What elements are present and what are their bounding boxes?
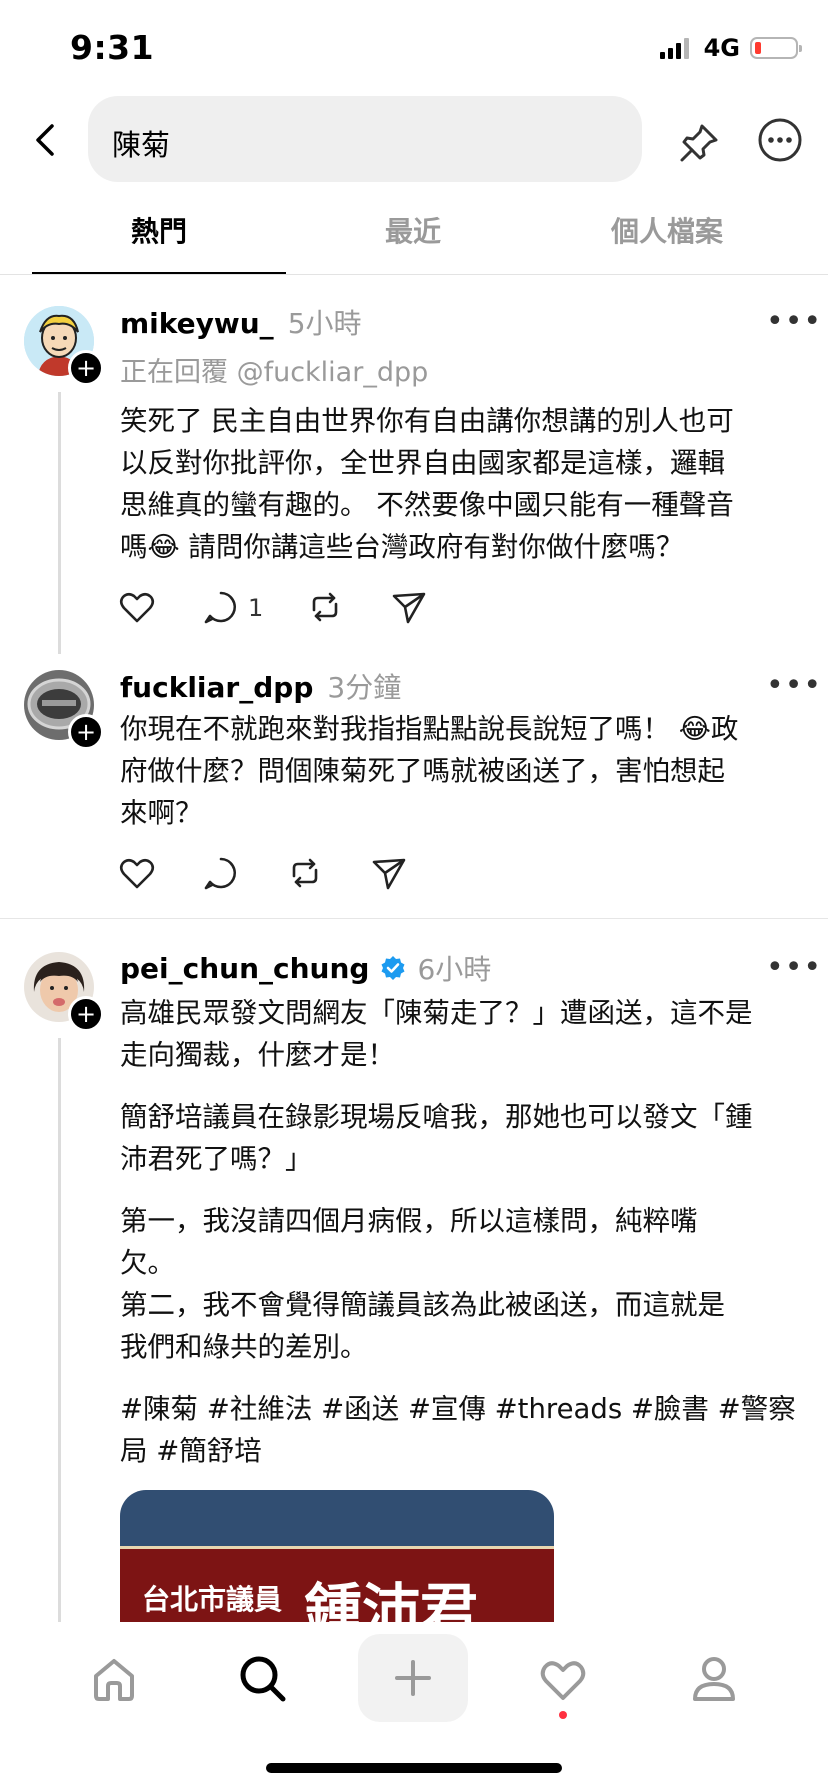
search-query: 陳菊 xyxy=(112,128,171,162)
follow-badge[interactable]: + xyxy=(68,350,104,386)
reply-count: 1 xyxy=(248,594,264,622)
signal-icon xyxy=(659,38,689,59)
search-input[interactable] xyxy=(88,96,642,182)
heart-icon[interactable] xyxy=(118,854,156,892)
tabs-divider xyxy=(0,274,828,275)
username[interactable]: fuckliar_dpp xyxy=(120,671,313,704)
repost-icon[interactable] xyxy=(286,854,324,892)
post-text-line: 你現在不就跑來對我指指點點說長說短了嗎！ xyxy=(120,713,679,745)
tab-profiles[interactable]: 個人檔案 xyxy=(540,210,794,250)
username[interactable]: pei_chun_chung xyxy=(120,952,369,985)
post-text-line: 思維真的蠻有趣的。 不然要像中國只能有一種聲音 xyxy=(120,489,734,521)
follow-badge[interactable]: + xyxy=(68,996,104,1032)
more-icon[interactable]: ••• xyxy=(766,950,822,985)
replying-to[interactable]: 正在回覆 @fuckliar_dpp xyxy=(120,350,428,389)
post-text-line: 沛君死了嗎？」 xyxy=(120,1143,313,1175)
more-circle-icon[interactable] xyxy=(756,116,804,164)
search-icon[interactable] xyxy=(238,1654,288,1704)
emoji-laughing: 😂 xyxy=(147,531,180,563)
post-body: 高雄民眾發文問網友「陳菊走了？」遭函送，這不是 走向獨裁，什麼才是！ 簡舒培議員… xyxy=(120,992,810,1472)
status-indicators: 4G xyxy=(659,34,802,62)
thread-line xyxy=(58,392,61,654)
repost-icon[interactable] xyxy=(306,588,344,626)
send-icon[interactable] xyxy=(370,854,408,892)
post-image[interactable]: 台北市議員 鍾沛君 xyxy=(120,1490,554,1625)
post-text-line: 以反對你批評你，全世界自由國家都是這樣，邏輯 xyxy=(120,447,725,479)
post-body: 笑死了 民主自由世界你有自由講你想講的別人也可 以反對你批評你，全世界自由國家都… xyxy=(120,400,810,568)
verified-badge-icon xyxy=(381,956,405,980)
post-text-line: 嗎 xyxy=(120,531,148,563)
notification-dot xyxy=(559,1711,567,1719)
more-icon[interactable]: ••• xyxy=(766,668,822,703)
comment-icon[interactable] xyxy=(202,588,240,626)
post-text-line: 簡舒培議員在錄影現場反嗆我，那她也可以發文「鍾 xyxy=(120,1101,753,1133)
comment-icon[interactable] xyxy=(202,854,240,892)
thread-line xyxy=(58,1038,61,1622)
post-text-line: 我們和綠共的差別。 xyxy=(120,1331,368,1363)
follow-badge[interactable]: + xyxy=(68,714,104,750)
status-time: 9:31 xyxy=(70,28,155,67)
image-caption-left: 台北市議員 xyxy=(142,1583,283,1616)
heart-icon[interactable] xyxy=(538,1656,588,1702)
home-indicator xyxy=(266,1763,562,1773)
more-icon[interactable]: ••• xyxy=(766,304,822,339)
post-text-line: 走向獨裁，什麼才是！ xyxy=(120,1039,395,1071)
hashtags-line[interactable]: 局 #簡舒培 xyxy=(120,1430,810,1472)
username[interactable]: mikeywu_ xyxy=(120,307,274,340)
post-divider xyxy=(0,918,828,919)
network-type: 4G xyxy=(703,34,740,62)
tab-popular[interactable]: 熱門 xyxy=(32,210,286,250)
home-icon[interactable] xyxy=(90,1656,138,1702)
chevron-left-icon[interactable] xyxy=(32,120,60,160)
post-time: 6小時 xyxy=(417,953,492,986)
post-time: 3分鐘 xyxy=(327,671,402,704)
battery-icon xyxy=(750,37,802,59)
hashtags-line[interactable]: #陳菊 #社維法 #函送 #宣傳 #threads #臉書 #警察 xyxy=(120,1388,810,1430)
heart-icon[interactable] xyxy=(118,588,156,626)
post-time: 5小時 xyxy=(287,307,362,340)
post-text-line: 第一，我沒請四個月病假，所以這樣問，純粹嘴 xyxy=(120,1205,698,1237)
post-text-line: 笑死了 民主自由世界你有自由講你想講的別人也可 xyxy=(120,405,734,437)
post-text-line: 高雄民眾發文問網友「陳菊走了？」遭函送，這不是 xyxy=(120,997,753,1029)
post-text-line: 府做什麼？問個陳菊死了嗎就被函送了，害怕想起 xyxy=(120,755,725,787)
post-body: 你現在不就跑來對我指指點點說長說短了嗎！ 😂政 府做什麼？問個陳菊死了嗎就被函送… xyxy=(120,708,810,834)
post-text-line: 政 xyxy=(710,713,739,745)
pin-icon[interactable] xyxy=(676,118,724,166)
emoji-laughing: 😂 xyxy=(678,713,711,745)
post-text-line: 請問你講這些台灣政府有對你做什麼嗎？ xyxy=(179,531,684,563)
post-text-line: 來啊？ xyxy=(120,797,203,829)
image-caption-right: 鍾沛君 xyxy=(304,1577,479,1625)
post-text-line: 欠。 xyxy=(120,1247,175,1279)
profile-icon[interactable] xyxy=(690,1654,738,1704)
send-icon[interactable] xyxy=(390,588,428,626)
post-text-line: 第二，我不會覺得簡議員該為此被函送，而這就是 xyxy=(120,1289,725,1321)
plus-icon xyxy=(395,1660,431,1696)
tab-recent[interactable]: 最近 xyxy=(286,210,540,250)
